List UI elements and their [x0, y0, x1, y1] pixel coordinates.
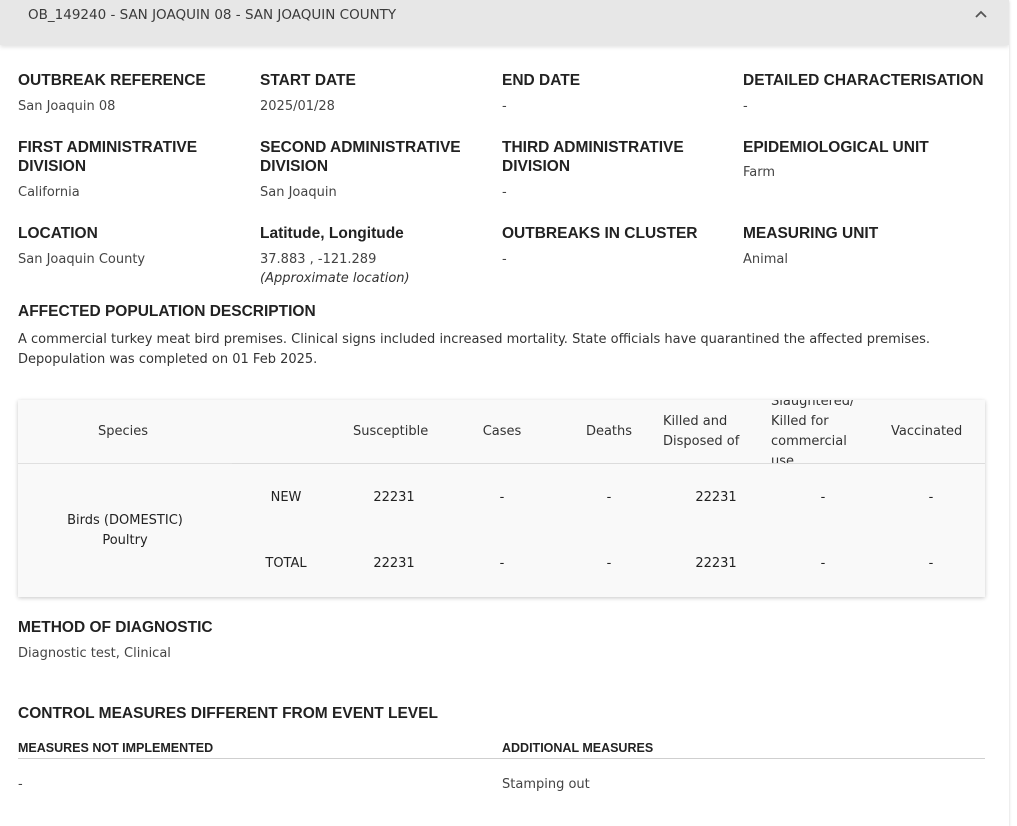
- field-lat-long: Latitude, Longitude 37.883 , -121.289 (A…: [260, 224, 495, 287]
- th-deaths: Deaths: [585, 424, 633, 439]
- field-end-date: END DATE -: [502, 71, 737, 115]
- field-measuring-unit: MEASURING UNIT Animal: [743, 224, 978, 268]
- third-admin-division-value: -: [502, 185, 507, 200]
- cell-total-killed: 22231: [695, 556, 737, 571]
- field-epidemiological-unit: EPIDEMIOLOGICAL UNIT Farm: [743, 138, 1003, 181]
- outbreak-reference-value: San Joaquin 08: [18, 99, 116, 114]
- chevron-up-icon[interactable]: [971, 4, 991, 24]
- species-cell: Birds (DOMESTIC) Poultry: [67, 513, 183, 548]
- cell-new-deaths: -: [606, 490, 612, 505]
- field-location: LOCATION San Joaquin County: [18, 224, 253, 268]
- measuring-unit-label: MEASURING UNIT: [743, 225, 879, 242]
- cell-total-cases: -: [499, 556, 505, 571]
- end-date-value: -: [502, 99, 507, 114]
- lat-long-note: (Approximate location): [260, 271, 410, 286]
- row-type-new: NEW: [270, 490, 302, 505]
- cell-new-vaccinated: -: [928, 490, 934, 505]
- control-measures-heading: CONTROL MEASURES DIFFERENT FROM EVENT LE…: [18, 704, 618, 723]
- affected-population-text: A commercial turkey meat bird premises. …: [18, 332, 931, 367]
- start-date-label: START DATE: [260, 72, 356, 89]
- epidemiological-unit-value: Farm: [743, 165, 776, 180]
- field-second-admin-division: SECOND ADMINISTRATIVE DIVISION San Joaqu…: [260, 138, 475, 201]
- outbreak-reference-label: OUTBREAK REFERENCE: [18, 72, 206, 89]
- cell-total-susceptible: 22231: [373, 556, 415, 571]
- panel-title: OB_149240 - SAN JOAQUIN 08 - SAN JOAQUIN…: [28, 7, 397, 23]
- epidemiological-unit-label: EPIDEMIOLOGICAL UNIT: [743, 139, 929, 156]
- population-table: Species Susceptible Cases Deaths Killed …: [18, 400, 985, 597]
- th-vaccinated: Vaccinated: [891, 424, 963, 439]
- first-admin-division-value: California: [18, 185, 80, 200]
- location-label: LOCATION: [18, 225, 98, 242]
- field-detailed-characterisation: DETAILED CHARACTERISATION -: [743, 71, 1003, 115]
- affected-population-label: AFFECTED POPULATION DESCRIPTION: [18, 303, 316, 320]
- th-species: Species: [98, 424, 149, 439]
- measures-not-implemented-value: -: [18, 777, 23, 792]
- th-cases: Cases: [482, 424, 522, 439]
- affected-population-heading: AFFECTED POPULATION DESCRIPTION: [18, 302, 518, 321]
- field-first-admin-division: FIRST ADMINISTRATIVE DIVISION California: [18, 138, 223, 201]
- field-outbreak-reference: OUTBREAK REFERENCE San Joaquin 08: [18, 71, 253, 115]
- cell-new-cases: -: [499, 490, 505, 505]
- cell-new-killed: 22231: [695, 490, 737, 505]
- table-header-row: Species Susceptible Cases Deaths Killed …: [18, 400, 985, 464]
- field-diagnostic: METHOD OF DIAGNOSTIC Diagnostic test, Cl…: [18, 618, 418, 662]
- cell-total-deaths: -: [606, 556, 612, 571]
- control-measures-label: CONTROL MEASURES DIFFERENT FROM EVENT LE…: [18, 705, 438, 722]
- diagnostic-label: METHOD OF DIAGNOSTIC: [18, 619, 213, 636]
- end-date-label: END DATE: [502, 72, 581, 89]
- field-start-date: START DATE 2025/01/28: [260, 71, 495, 115]
- header-divider: [18, 463, 232, 464]
- second-admin-division-value: San Joaquin: [260, 185, 337, 200]
- detailed-characterisation-label: DETAILED CHARACTERISATION: [743, 72, 984, 89]
- lat-long-label: Latitude, Longitude: [260, 225, 404, 242]
- first-admin-division-label: FIRST ADMINISTRATIVE DIVISION: [18, 139, 198, 175]
- measures-not-implemented-label: MEASURES NOT IMPLEMENTED: [18, 741, 214, 755]
- row-type-total: TOTAL: [265, 556, 307, 571]
- outbreak-panel: OB_149240 - SAN JOAQUIN 08 - SAN JOAQUIN…: [0, 0, 1009, 826]
- third-admin-division-label: THIRD ADMINISTRATIVE DIVISION: [502, 139, 684, 175]
- additional-measures-value: Stamping out: [502, 777, 590, 792]
- th-slaughtered: Slaughtered/ Killed for commercial use: [771, 400, 855, 464]
- second-admin-division-label: SECOND ADMINISTRATIVE DIVISION: [260, 139, 461, 175]
- detailed-characterisation-value: -: [743, 99, 748, 114]
- start-date-value: 2025/01/28: [260, 99, 335, 114]
- measuring-unit-value: Animal: [743, 252, 788, 267]
- measures-divider: [18, 758, 985, 759]
- cell-total-vaccinated: -: [928, 556, 934, 571]
- field-outbreaks-in-cluster: OUTBREAKS IN CLUSTER -: [502, 224, 737, 268]
- cell-total-slaughtered: -: [820, 556, 826, 571]
- cell-new-susceptible: 22231: [373, 490, 415, 505]
- diagnostic-value: Diagnostic test, Clinical: [18, 646, 171, 661]
- field-third-admin-division: THIRD ADMINISTRATIVE DIVISION -: [502, 138, 707, 201]
- additional-measures-label: ADDITIONAL MEASURES: [502, 741, 654, 755]
- th-killed: Killed and Disposed of: [663, 414, 740, 449]
- lat-long-value: 37.883 , -121.289: [260, 252, 377, 267]
- location-value: San Joaquin County: [18, 252, 146, 267]
- panel-header[interactable]: OB_149240 - SAN JOAQUIN 08 - SAN JOAQUIN…: [0, 0, 1009, 45]
- th-susceptible: Susceptible: [353, 424, 429, 439]
- cell-new-slaughtered: -: [820, 490, 826, 505]
- outbreaks-in-cluster-value: -: [502, 252, 507, 267]
- outbreaks-in-cluster-label: OUTBREAKS IN CLUSTER: [502, 225, 698, 242]
